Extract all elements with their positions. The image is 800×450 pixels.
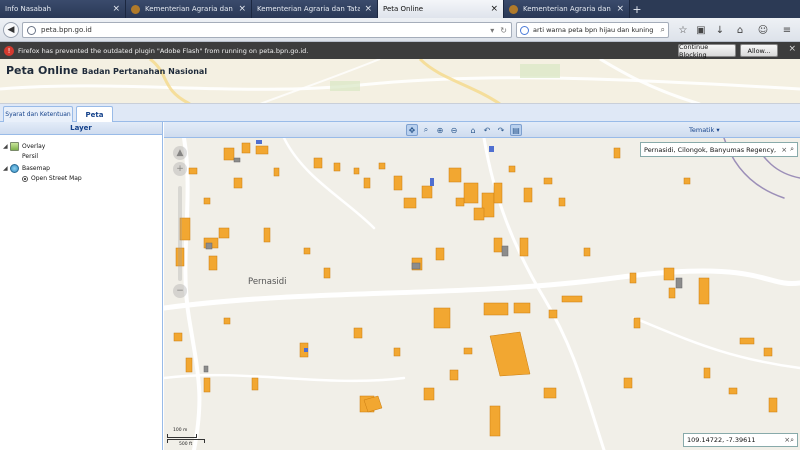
plugin-warning-icon: ! <box>4 45 14 56</box>
collapse-arrow-icon[interactable]: ◢ <box>3 143 10 150</box>
search-input[interactable]: arti warna peta bpn hijau dan kuning <box>533 26 661 34</box>
tree-node-basemap[interactable]: ◢ Basemap <box>3 164 50 173</box>
clear-icon[interactable]: × <box>781 146 787 154</box>
print-icon[interactable]: ▤ <box>510 124 522 136</box>
chat-icon[interactable]: ☺ <box>756 23 770 37</box>
zoom-in-icon[interactable]: + <box>173 162 187 176</box>
navigation-bar: ◀ peta.bpn.go.id ▾ ↻ arti warna peta bpn… <box>0 18 800 42</box>
place-label: Pernasidi <box>248 277 287 287</box>
coordinate-box[interactable]: 109.14722, -7.39611 × ⌕ <box>683 433 798 447</box>
search-icon[interactable]: ⌕ <box>790 145 794 154</box>
tree-node-label: Open Street Map <box>31 175 82 182</box>
new-tab-button[interactable]: + <box>630 0 644 18</box>
site-subtitle: Badan Pertanahan Nasional <box>81 67 208 76</box>
browser-tab-kementerian-1[interactable]: Kementerian Agraria dan Tata... × <box>126 0 252 18</box>
continue-blocking-button[interactable]: Continue Blocking <box>678 43 736 59</box>
home-icon[interactable]: ⌂ <box>733 23 747 37</box>
favicon-icon <box>131 4 140 14</box>
gray-parcel-layer <box>203 157 683 373</box>
layer-panel-title: Layer <box>0 122 162 135</box>
zoom-out-icon[interactable]: ⊖ <box>448 124 460 136</box>
browser-tab-kementerian-3[interactable]: Kementerian Agraria dan Tata... × <box>504 0 630 18</box>
next-extent-icon[interactable]: ↷ <box>495 124 507 136</box>
tematik-dropdown[interactable]: Tematik ▾ <box>689 124 720 136</box>
browser-tab-info-nasabah[interactable]: Info Nasabah × <box>0 0 126 18</box>
globe-icon <box>10 164 19 173</box>
map-search-input[interactable]: Pernasidi, Cilongok, Banyumas Regency, C… <box>644 146 778 154</box>
zoom-box-icon[interactable]: ⌕ <box>420 124 432 136</box>
back-button[interactable]: ◀ <box>3 22 19 38</box>
scale-bar: 100 m 500 ft <box>167 428 207 447</box>
tab-syarat-dan-ketentuan[interactable]: Syarat dan Ketentuan <box>3 106 73 122</box>
pan-north-icon[interactable]: ▲ <box>173 146 187 160</box>
overlay-icon <box>10 142 19 151</box>
scale-label-imperial: 500 ft <box>179 442 193 447</box>
tab-peta[interactable]: Peta <box>76 106 113 122</box>
close-icon[interactable]: × <box>364 4 372 14</box>
site-title: Peta Online <box>6 64 79 77</box>
close-icon[interactable]: × <box>788 44 796 54</box>
allow-button[interactable]: Allow... <box>740 44 778 57</box>
google-icon <box>520 25 529 35</box>
zoom-slider[interactable] <box>178 186 182 281</box>
globe-icon <box>27 25 36 35</box>
close-icon[interactable]: × <box>490 4 498 14</box>
scale-label-metric: 100 m <box>173 428 188 433</box>
map-search-box[interactable]: Pernasidi, Cilongok, Banyumas Regency, C… <box>640 142 798 157</box>
pan-tool-icon[interactable]: ✥ <box>406 124 418 136</box>
url-text: peta.bpn.go.id <box>41 26 92 34</box>
page-tab-bar: Syarat dan Ketentuan Peta <box>0 104 800 122</box>
favicon-icon <box>509 4 518 14</box>
search-icon[interactable]: ⌕ <box>661 25 665 35</box>
radio-icon[interactable] <box>22 175 28 182</box>
tab-label: Peta Online <box>383 5 424 13</box>
bookmark-star-icon[interactable]: ☆ <box>676 23 690 37</box>
tree-node-overlay[interactable]: ◢ Overlay <box>3 142 45 151</box>
close-icon[interactable]: × <box>238 4 246 14</box>
map-zoom-control: ▲ + − <box>169 146 193 298</box>
coordinate-readout: 109.14722, -7.39611 <box>687 436 756 444</box>
menu-icon[interactable]: ≡ <box>780 23 794 37</box>
tree-node-open-street-map[interactable]: Open Street Map <box>22 175 82 182</box>
search-bar[interactable]: arti warna peta bpn hijau dan kuning ⌕ <box>516 22 669 38</box>
download-icon[interactable]: ↓ <box>713 23 727 37</box>
plugin-notification-bar: ! Firefox has prevented the outdated plu… <box>0 42 800 59</box>
tematik-label: Tematik <box>689 126 715 134</box>
bookmarks-list-icon[interactable]: ▣ <box>694 23 708 37</box>
previous-extent-icon[interactable]: ↶ <box>481 124 493 136</box>
tab-label: Kementerian Agraria dan Tata Ru... <box>257 5 361 13</box>
tree-node-label: Basemap <box>22 165 50 172</box>
tree-node-label: Persil <box>22 153 39 160</box>
notification-text: Firefox has prevented the outdated plugi… <box>18 46 309 55</box>
reload-icon[interactable]: ↻ <box>500 26 507 35</box>
zoom-in-icon[interactable]: ⊕ <box>434 124 446 136</box>
tab-label: Info Nasabah <box>5 5 52 13</box>
home-extent-icon[interactable]: ⌂ <box>467 124 479 136</box>
close-icon[interactable]: × <box>112 4 120 14</box>
scale-bar-metric <box>167 434 197 438</box>
collapse-arrow-icon[interactable]: ◢ <box>3 165 10 172</box>
close-icon[interactable]: × <box>616 4 624 14</box>
map-canvas[interactable] <box>164 138 800 450</box>
chevron-down-icon: ▾ <box>716 126 720 134</box>
tree-node-label: Overlay <box>22 143 46 150</box>
dropdown-arrow-icon[interactable]: ▾ <box>490 26 494 35</box>
url-bar[interactable]: peta.bpn.go.id ▾ ↻ <box>22 22 512 38</box>
tree-node-persil[interactable]: Persil <box>22 153 38 160</box>
tab-label: Kementerian Agraria dan Tata... <box>523 5 612 13</box>
browser-tab-strip: Info Nasabah × Kementerian Agraria dan T… <box>0 0 800 18</box>
layer-panel: Layer ◢ Overlay Persil ◢ Basemap Open St… <box>0 122 163 450</box>
browser-tab-kementerian-2[interactable]: Kementerian Agraria dan Tata Ru... × <box>252 0 378 18</box>
page-header: Peta Online Badan Pertanahan Nasional <box>0 59 800 104</box>
tab-label: Kementerian Agraria dan Tata... <box>145 5 234 13</box>
map-toolbar: ✥ ⌕ ⊕ ⊖ ⌂ ↶ ↷ ▤ Tematik ▾ <box>164 122 800 138</box>
map-view[interactable]: ▲ + − Pernasidi Pernasidi, Cilongok, Ban… <box>164 138 800 450</box>
zoom-out-icon[interactable]: − <box>173 284 187 298</box>
browser-tab-peta-online[interactable]: Peta Online × <box>378 0 504 18</box>
page-title: Peta Online Badan Pertanahan Nasional <box>6 64 207 77</box>
search-icon[interactable]: ⌕ <box>790 436 794 445</box>
